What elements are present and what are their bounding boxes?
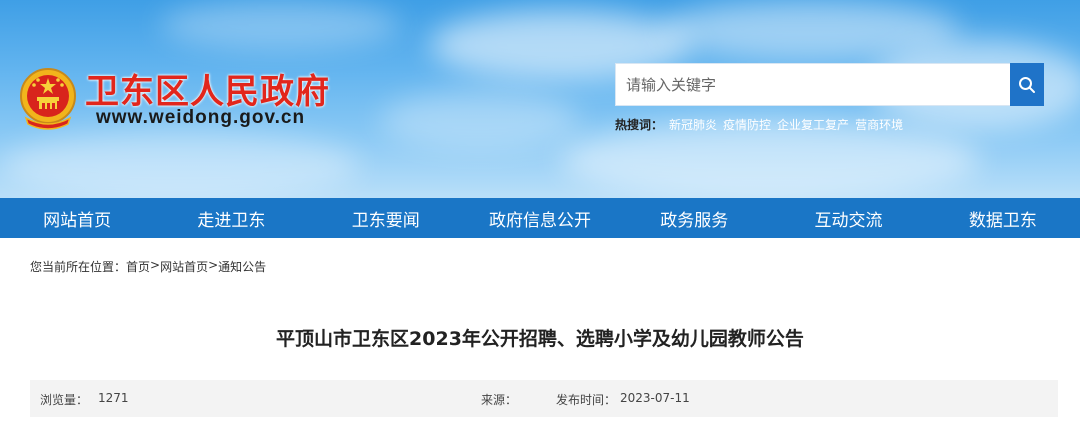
- header-banner: 卫东区人民政府 www.weidong.gov.cn 热搜词： 新冠肺炎 疫情防…: [0, 0, 1080, 198]
- article-meta: 浏览量： 1271 来源： 发布时间： 2023-07-11: [30, 380, 1058, 417]
- hot-search-link[interactable]: 营商环境: [855, 116, 903, 133]
- hot-search-label: 热搜词：: [615, 118, 664, 132]
- breadcrumb-link-notices[interactable]: 通知公告: [218, 258, 266, 275]
- source-label: 来源：: [481, 393, 518, 407]
- national-emblem-icon[interactable]: [18, 66, 78, 132]
- breadcrumb-link-site-home[interactable]: 网站首页: [160, 258, 208, 275]
- nav-item-gov-info[interactable]: 政府信息公开: [463, 198, 617, 238]
- views-value: 1271: [98, 391, 129, 405]
- date-value: 2023-07-11: [620, 391, 690, 405]
- nav-item-about[interactable]: 走进卫东: [154, 198, 308, 238]
- cloud-decoration: [0, 130, 360, 198]
- search-button[interactable]: [1010, 63, 1044, 106]
- breadcrumb-link-home[interactable]: 首页: [126, 258, 150, 275]
- hot-search-link[interactable]: 新冠肺炎: [669, 116, 717, 133]
- date-label: 发布时间：: [556, 393, 617, 407]
- breadcrumb-prefix: 您当前所在位置：: [30, 260, 127, 274]
- hot-search: 热搜词： 新冠肺炎 疫情防控 企业复工复产 营商环境: [615, 116, 903, 133]
- site-title[interactable]: 卫东区人民政府: [85, 64, 330, 113]
- views-label: 浏览量：: [40, 393, 89, 407]
- breadcrumb-separator: >: [208, 258, 219, 272]
- hot-search-link[interactable]: 疫情防控: [723, 116, 771, 133]
- hot-search-link[interactable]: 企业复工复产: [777, 116, 849, 133]
- cloud-decoration: [380, 90, 580, 150]
- site-url[interactable]: www.weidong.gov.cn: [96, 107, 305, 129]
- article-title: 平顶山市卫东区2023年公开招聘、选聘小学及幼儿园教师公告: [276, 328, 804, 350]
- breadcrumb: 您当前所在位置： 首页 > 网站首页 > 通知公告: [30, 258, 266, 275]
- main-nav: 网站首页 走进卫东 卫东要闻 政府信息公开 政务服务 互动交流 数据卫东: [0, 198, 1080, 238]
- nav-item-services[interactable]: 政务服务: [617, 198, 771, 238]
- search-bar: [615, 63, 1044, 106]
- cloud-decoration: [160, 0, 400, 50]
- search-input[interactable]: [615, 63, 1010, 106]
- nav-item-news[interactable]: 卫东要闻: [309, 198, 463, 238]
- breadcrumb-separator: >: [150, 258, 161, 272]
- nav-item-data[interactable]: 数据卫东: [926, 198, 1080, 238]
- nav-item-home[interactable]: 网站首页: [0, 198, 154, 238]
- search-icon: [1019, 76, 1035, 93]
- nav-item-interaction[interactable]: 互动交流: [771, 198, 925, 238]
